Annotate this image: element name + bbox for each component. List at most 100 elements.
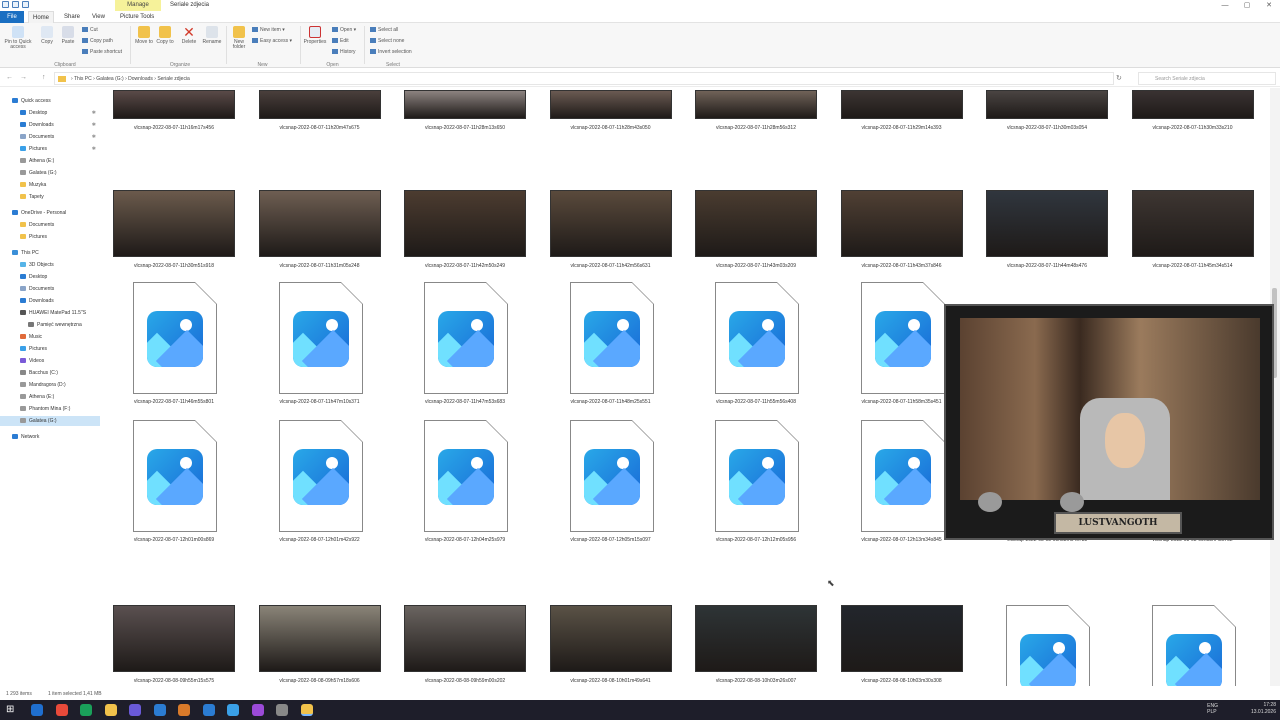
file-item[interactable]: vlcsnap-2022-08-08-10h01m49s641 [541,603,687,686]
tab-home[interactable]: Home [28,11,55,23]
file-item[interactable]: vlcsnap-2022-08-07-12h01m42s922 [250,418,396,552]
file-item[interactable]: vlcsnap-2022-08-07-11h28m13s650 [395,88,541,186]
maximize-button[interactable]: ▢ [1236,0,1258,11]
file-item[interactable]: vlcsnap-2022-08-08-10h03m26s007 [686,603,832,686]
tab-picture-tools[interactable]: Picture Tools [116,11,158,23]
easy-access-button[interactable]: Easy access ▾ [252,38,292,44]
file-item[interactable]: vlcsnap-2022-08-07-12h12m05s956 [686,418,832,552]
properties-icon[interactable] [2,1,9,8]
file-item[interactable]: vlcsnap-2022-08-07-11h20m47s675 [250,88,396,186]
search-input[interactable]: Search Seriale zdjecia [1138,72,1276,85]
taskbar-app-icon[interactable] [227,704,239,716]
new-item-button[interactable]: New item ▾ [252,27,285,33]
sidebar-item[interactable]: Documents ✱ [0,132,100,142]
new-folder-icon[interactable] [12,1,19,8]
sidebar-item[interactable]: Athena (E:) [0,156,100,166]
taskbar-app-icon[interactable] [153,704,166,716]
sidebar-item[interactable]: Quick access [0,96,100,106]
taskbar-app-icon[interactable] [80,704,92,716]
sidebar-item[interactable]: Muzyka [0,180,100,190]
file-item[interactable]: vlcsnap-2022-08-08-10h03m39s034 [1123,603,1269,686]
tab-view[interactable]: View [88,11,109,23]
properties-button[interactable]: Properties [303,26,327,45]
sidebar-item[interactable]: Tapety [0,192,100,202]
file-item[interactable]: vlcsnap-2022-08-07-11h45m34s514 [1123,188,1269,322]
sidebar-item[interactable]: Documents [0,284,100,294]
dropdown-icon[interactable] [22,1,29,8]
minimize-button[interactable]: — [1214,0,1236,11]
file-item[interactable]: vlcsnap-2022-08-08-10h03m34s997 [977,603,1123,686]
language-indicator[interactable]: ENG PLP [1207,703,1218,715]
tab-share[interactable]: Share [60,11,84,23]
sidebar-item[interactable]: Downloads ✱ [0,120,100,130]
file-item[interactable]: vlcsnap-2022-08-07-11h29m14s393 [832,88,978,186]
forward-button[interactable]: → [20,74,27,81]
file-item[interactable]: vlcsnap-2022-08-07-11h28m43s050 [541,88,687,186]
select-all-button[interactable]: Select all [370,27,398,33]
sidebar-item[interactable]: Pictures ✱ [0,144,100,154]
rename-button[interactable]: Rename [201,26,223,45]
sidebar-item[interactable]: Galatea (G:) [0,168,100,178]
file-item[interactable]: vlcsnap-2022-08-07-12h01m00s869 [104,418,250,552]
context-tab-manage[interactable]: Manage [115,0,161,11]
history-button[interactable]: History [332,49,356,55]
refresh-button[interactable]: ↻ [1116,74,1122,82]
copy-to-button[interactable]: Copy to [155,26,175,45]
sidebar-item[interactable]: Phantom Mina (F:) [0,404,100,414]
invert-selection-button[interactable]: Invert selection [370,49,412,55]
taskbar-app-icon[interactable] [55,704,68,716]
select-none-button[interactable]: Select none [370,38,404,44]
paste-shortcut-button[interactable]: Paste shortcut [82,49,122,55]
file-item[interactable]: vlcsnap-2022-08-08-09h55m15s575 [104,603,250,686]
sidebar-item[interactable]: Desktop [0,272,100,282]
sidebar-item[interactable]: Pamięć wewnętrzna [0,320,100,330]
clock[interactable]: 17:28 13.01.2026 [1251,702,1276,716]
file-item[interactable]: vlcsnap-2022-08-07-11h46m55s801 [104,280,250,414]
sidebar-item[interactable]: HUAWEI MatePad 11.5"S [0,308,100,318]
new-folder-button[interactable]: New folder [229,26,249,50]
sidebar-item[interactable]: Network [0,432,100,442]
copy-path-button[interactable]: Copy path [82,38,113,44]
sidebar-item[interactable]: Pictures [0,344,100,354]
taskbar-app-icon[interactable] [251,704,264,716]
paste-button[interactable]: Paste [58,26,78,45]
up-button[interactable]: ↑ [42,74,46,81]
file-item[interactable]: vlcsnap-2022-08-07-12h05m15s097 [541,418,687,552]
sidebar-item[interactable]: Pictures [0,232,100,242]
taskbar-app-icon[interactable] [276,704,288,716]
tab-file[interactable]: File [0,11,24,23]
file-item[interactable]: vlcsnap-2022-08-07-11h28m56s312 [686,88,832,186]
sidebar-item[interactable]: Mandragora (D:) [0,380,100,390]
file-item[interactable]: vlcsnap-2022-08-07-11h44m48s476 [977,188,1123,322]
sidebar-item[interactable]: OneDrive - Personal [0,208,100,218]
file-item[interactable]: vlcsnap-2022-08-07-11h30m33s210 [1123,88,1269,186]
sidebar-item[interactable]: Music [0,332,100,342]
sidebar-item[interactable]: Athena (E:) [0,392,100,402]
file-item[interactable]: vlcsnap-2022-08-07-11h55m56s408 [686,280,832,414]
sidebar-item[interactable]: Downloads [0,296,100,306]
edit-button[interactable]: Edit [332,38,349,44]
pin-button[interactable]: Pin to Quick access [3,26,33,50]
file-item[interactable]: vlcsnap-2022-08-07-11h47m53s683 [395,280,541,414]
close-button[interactable]: ✕ [1258,0,1280,11]
copy-button[interactable]: Copy [38,26,56,45]
file-item[interactable]: vlcsnap-2022-08-07-11h30m03s054 [977,88,1123,186]
open-button[interactable]: Open ▾ [332,27,356,33]
sidebar-item[interactable]: Desktop ✱ [0,108,100,118]
taskbar-app-icon[interactable] [300,704,313,716]
move-to-button[interactable]: Move to [134,26,154,45]
delete-button[interactable]: ✕ Delete [179,25,199,45]
sidebar-item[interactable]: Bacchus (C:) [0,368,100,378]
start-button[interactable]: ⊞ [6,704,18,716]
sidebar-item[interactable]: Videos [0,356,100,366]
file-item[interactable]: vlcsnap-2022-08-07-12h04m25s979 [395,418,541,552]
file-item[interactable]: vlcsnap-2022-08-07-11h16m17s456 [104,88,250,186]
sidebar-item[interactable]: 3D Objects [0,260,100,270]
file-item[interactable]: vlcsnap-2022-08-08-09h57m18s606 [250,603,396,686]
cut-button[interactable]: Cut [82,27,98,33]
file-item[interactable]: vlcsnap-2022-08-07-11h47m10s371 [250,280,396,414]
file-item[interactable]: vlcsnap-2022-08-08-10h03m30s308 [832,603,978,686]
file-item[interactable]: vlcsnap-2022-08-07-11h48m25s551 [541,280,687,414]
back-button[interactable]: ← [6,74,13,81]
taskbar-app-icon[interactable] [104,704,117,716]
